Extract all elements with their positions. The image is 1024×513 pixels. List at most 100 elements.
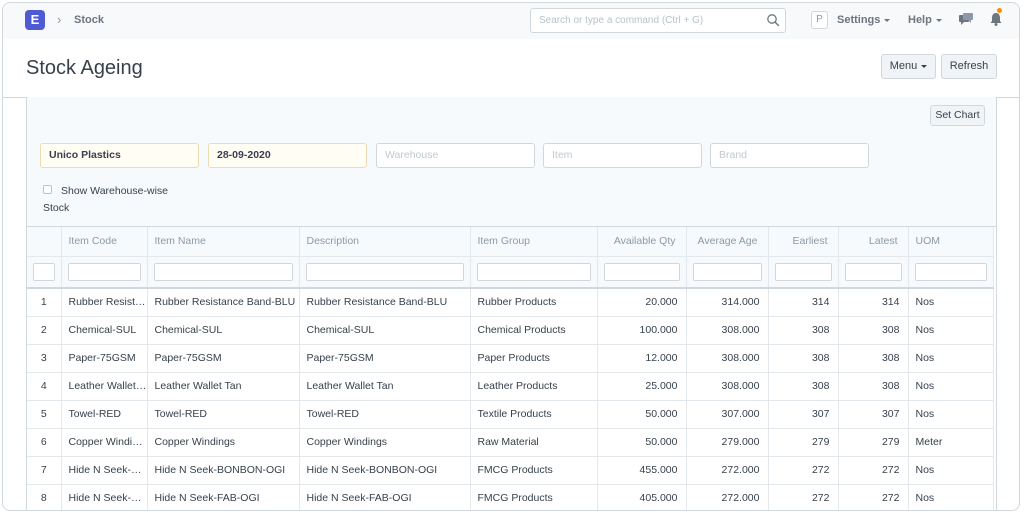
- table-row[interactable]: 5 Towel-RED Towel-RED Towel-RED Textile Prod…: [27, 400, 994, 429]
- column-header-earliest[interactable]: Earliest: [768, 227, 839, 257]
- cell-index[interactable]: 6: [27, 428, 62, 457]
- cell-uom[interactable]: Meter: [908, 428, 994, 457]
- cell-index[interactable]: 8: [27, 484, 62, 510]
- cell-latest[interactable]: 272: [838, 456, 909, 485]
- cell-item-name[interactable]: Towel-RED: [147, 400, 300, 429]
- help-menu[interactable]: Help: [908, 14, 942, 26]
- cell-available-qty[interactable]: 25.000: [597, 372, 687, 401]
- cell-item-code[interactable]: Copper Windings: [61, 428, 148, 457]
- app-logo[interactable]: E: [25, 10, 45, 30]
- table-row[interactable]: 3 Paper-75GSM Paper-75GSM Paper-75GSM Paper …: [27, 344, 994, 373]
- table-row[interactable]: 7Hide N Seek-BONBON-OGIHide N Seek-BONBO…: [27, 456, 994, 485]
- cell-uom[interactable]: Nos: [908, 288, 994, 317]
- cell-item-name[interactable]: Hide N Seek-BONBON-OGI: [147, 456, 300, 485]
- column-filter-input[interactable]: [774, 262, 832, 281]
- cell-average-age[interactable]: 314.000: [686, 288, 769, 317]
- search-input[interactable]: [531, 9, 756, 32]
- cell-uom[interactable]: Nos: [908, 400, 994, 429]
- cell-item-name[interactable]: Rubber Resistance Band-BLU: [147, 288, 300, 317]
- cell-item-name[interactable]: Copper Windings: [147, 428, 300, 457]
- cell-available-qty[interactable]: 50.000: [597, 428, 687, 457]
- cell-item-name[interactable]: Paper-75GSM: [147, 344, 300, 373]
- cell-item-code[interactable]: Chemical-SUL: [61, 316, 148, 345]
- cell-uom[interactable]: Nos: [908, 344, 994, 373]
- column-filter-input[interactable]: [305, 262, 464, 281]
- cell-item-name[interactable]: Chemical-SUL: [147, 316, 300, 345]
- table-row[interactable]: 6 Copper Windings Copper Windings Copper Wi…: [27, 428, 994, 457]
- cell-uom[interactable]: Nos: [908, 484, 994, 510]
- cell-item-group[interactable]: Raw Material: [470, 428, 598, 457]
- cell-latest[interactable]: 308: [838, 316, 909, 345]
- cell-item-name[interactable]: Hide N Seek-FAB-OGI: [147, 484, 300, 510]
- cell-item-code[interactable]: Rubber Resistance Band-BLU: [61, 288, 148, 317]
- company-field[interactable]: Unico Plastics: [40, 143, 199, 168]
- column-header-latest[interactable]: Latest: [838, 227, 909, 257]
- cell-earliest[interactable]: 308: [768, 316, 839, 345]
- cell-description[interactable]: Hide N Seek-FAB-OGI: [299, 484, 471, 510]
- cell-latest[interactable]: 307: [838, 400, 909, 429]
- cell-earliest[interactable]: 314: [768, 288, 839, 317]
- cell-description[interactable]: Towel-RED: [299, 400, 471, 429]
- cell-uom[interactable]: Nos: [908, 372, 994, 401]
- cell-latest[interactable]: 308: [838, 372, 909, 401]
- cell-average-age[interactable]: 272.000: [686, 456, 769, 485]
- column-header-available-qty[interactable]: Available Qty: [597, 227, 687, 257]
- item-input[interactable]: [552, 149, 692, 161]
- cell-available-qty[interactable]: 20.000: [597, 288, 687, 317]
- cell-uom[interactable]: Nos: [908, 316, 994, 345]
- column-filter-input[interactable]: [476, 262, 591, 281]
- cell-item-code[interactable]: Hide N Seek-BONBON-OGI: [61, 456, 148, 485]
- cell-item-code[interactable]: Paper-75GSM: [61, 344, 148, 373]
- cell-item-group[interactable]: Textile Products: [470, 400, 598, 429]
- table-row[interactable]: 8Hide N Seek-FAB-OGIHide N Seek-FAB-OGIH…: [27, 484, 994, 510]
- table-row[interactable]: 1Rubber Resistance Band-BLURubber Resist…: [27, 288, 994, 317]
- cell-earliest[interactable]: 279: [768, 428, 839, 457]
- search-icon[interactable]: [766, 13, 780, 27]
- column-header-average-age[interactable]: Average Age: [686, 227, 769, 257]
- column-header-item-code[interactable]: Item Code: [61, 227, 148, 257]
- cell-available-qty[interactable]: 100.000: [597, 316, 687, 345]
- cell-index[interactable]: 2: [27, 316, 62, 345]
- column-filter-input[interactable]: [33, 262, 55, 281]
- chat-icon[interactable]: [958, 12, 974, 28]
- cell-latest[interactable]: 308: [838, 344, 909, 373]
- column-header-uom[interactable]: UOM: [908, 227, 994, 257]
- column-filter-input[interactable]: [603, 262, 680, 281]
- avatar[interactable]: P: [811, 11, 828, 29]
- cell-earliest[interactable]: 308: [768, 372, 839, 401]
- column-header-item-group[interactable]: Item Group: [470, 227, 598, 257]
- cell-average-age[interactable]: 272.000: [686, 484, 769, 510]
- cell-average-age[interactable]: 279.000: [686, 428, 769, 457]
- column-header-description[interactable]: Description: [299, 227, 471, 257]
- cell-item-code[interactable]: Hide N Seek-FAB-OGI: [61, 484, 148, 510]
- cell-average-age[interactable]: 308.000: [686, 372, 769, 401]
- bell-icon[interactable]: [989, 11, 1003, 27]
- menu-button[interactable]: Menu: [881, 54, 936, 79]
- cell-earliest[interactable]: 307: [768, 400, 839, 429]
- column-filter-input[interactable]: [67, 262, 141, 281]
- column-filter-input[interactable]: [914, 262, 987, 281]
- cell-latest[interactable]: 279: [838, 428, 909, 457]
- set-chart-button[interactable]: Set Chart: [930, 105, 985, 126]
- brand-input[interactable]: [719, 149, 859, 161]
- breadcrumb-stock[interactable]: Stock: [74, 14, 104, 26]
- cell-description[interactable]: Rubber Resistance Band-BLU: [299, 288, 471, 317]
- cell-average-age[interactable]: 308.000: [686, 344, 769, 373]
- cell-item-group[interactable]: Chemical Products: [470, 316, 598, 345]
- cell-item-code[interactable]: Towel-RED: [61, 400, 148, 429]
- cell-item-name[interactable]: Leather Wallet Tan: [147, 372, 300, 401]
- cell-index[interactable]: 3: [27, 344, 62, 373]
- cell-description[interactable]: Chemical-SUL: [299, 316, 471, 345]
- cell-average-age[interactable]: 307.000: [686, 400, 769, 429]
- cell-uom[interactable]: Nos: [908, 456, 994, 485]
- cell-available-qty[interactable]: 50.000: [597, 400, 687, 429]
- cell-item-group[interactable]: Paper Products: [470, 344, 598, 373]
- column-filter-input[interactable]: [692, 262, 762, 281]
- refresh-button[interactable]: Refresh: [941, 54, 997, 79]
- cell-index[interactable]: 5: [27, 400, 62, 429]
- settings-menu[interactable]: Settings: [837, 14, 891, 26]
- table-row[interactable]: 4 Leather Wallet Tan Leather Wallet Tan Lea…: [27, 372, 994, 401]
- cell-earliest[interactable]: 272: [768, 456, 839, 485]
- cell-item-group[interactable]: FMCG Products: [470, 484, 598, 510]
- cell-index[interactable]: 1: [27, 288, 62, 317]
